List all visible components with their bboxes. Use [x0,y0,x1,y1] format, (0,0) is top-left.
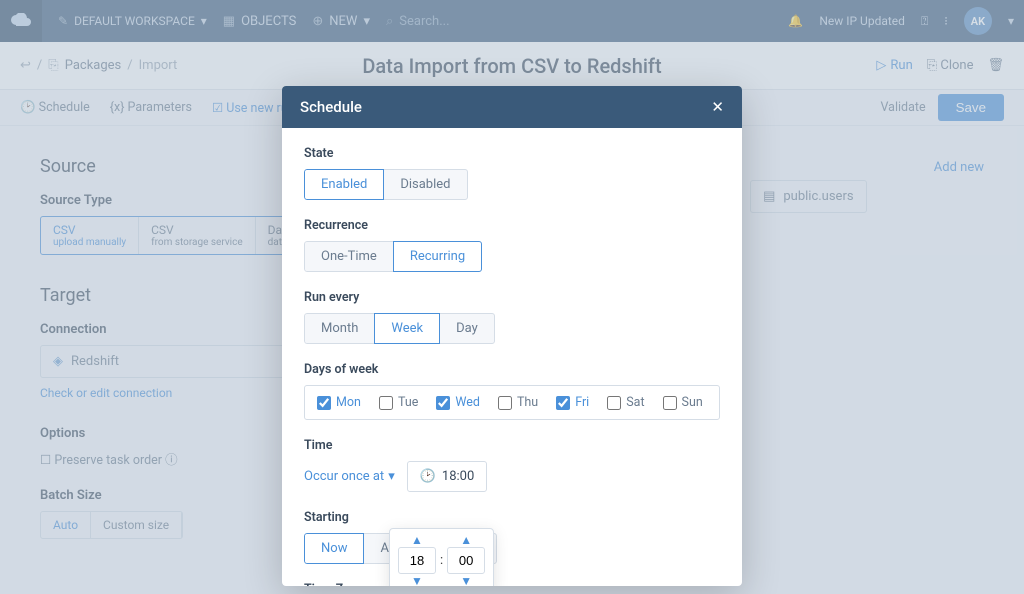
recurrence-onetime[interactable]: One-Time [304,241,394,272]
clock-icon: 🕑 [420,469,436,484]
state-label: State [304,146,720,161]
day-mon[interactable]: Mon [317,395,361,410]
chevron-down-icon: ▾ [388,469,395,484]
runevery-week[interactable]: Week [374,313,440,344]
occur-label: Occur once at [304,469,384,484]
hour-input[interactable] [398,547,436,574]
hour-up[interactable]: ▲ [411,535,423,545]
day-checkbox[interactable] [556,396,570,410]
starting-label: Starting [304,510,720,525]
day-tue[interactable]: Tue [379,395,418,410]
time-input[interactable]: 🕑 18:00 [407,461,488,492]
day-checkbox[interactable] [379,396,393,410]
day-checkbox[interactable] [663,396,677,410]
state-group: Enabled Disabled [304,169,720,200]
tz-label: Time Zone [304,582,720,586]
recurrence-label: Recurrence [304,218,720,233]
recurrence-group: One-Time Recurring [304,241,720,272]
days-group: Mon Tue Wed Thu Fri Sat Sun [304,385,720,420]
time-value: 18:00 [442,469,474,484]
time-picker: ▲ ▼ : ▲ ▼ [389,528,494,586]
runevery-month[interactable]: Month [304,313,375,344]
day-checkbox[interactable] [607,396,621,410]
day-checkbox[interactable] [436,396,450,410]
minute-input[interactable] [447,547,485,574]
day-fri[interactable]: Fri [556,395,589,410]
occur-selector[interactable]: Occur once at ▾ [304,469,395,484]
day-checkbox[interactable] [498,396,512,410]
day-sat[interactable]: Sat [607,395,644,410]
day-label: Tue [398,395,418,410]
day-label: Fri [575,395,589,410]
hour-down[interactable]: ▼ [411,576,423,586]
starting-now[interactable]: Now [304,533,364,564]
dialog-title: Schedule [300,98,362,116]
day-label: Sun [682,395,703,410]
day-label: Sat [626,395,644,410]
days-label: Days of week [304,362,720,377]
day-thu[interactable]: Thu [498,395,538,410]
starting-group: Now At a specific time [304,533,720,564]
day-label: Wed [455,395,480,410]
time-label: Time [304,438,720,453]
time-sep: : [440,553,443,568]
close-icon[interactable]: ✕ [711,98,724,116]
state-enabled[interactable]: Enabled [304,169,384,200]
runevery-day[interactable]: Day [439,313,495,344]
day-checkbox[interactable] [317,396,331,410]
modal-overlay: Schedule ✕ State Enabled Disabled Recurr… [0,0,1024,594]
runevery-label: Run every [304,290,720,305]
recurrence-recurring[interactable]: Recurring [393,241,482,272]
day-sun[interactable]: Sun [663,395,703,410]
minute-down[interactable]: ▼ [460,576,472,586]
state-disabled[interactable]: Disabled [383,169,467,200]
day-wed[interactable]: Wed [436,395,480,410]
day-label: Mon [336,395,361,410]
minute-up[interactable]: ▲ [460,535,472,545]
schedule-dialog: Schedule ✕ State Enabled Disabled Recurr… [282,86,742,586]
day-label: Thu [517,395,538,410]
runevery-group: Month Week Day [304,313,720,344]
